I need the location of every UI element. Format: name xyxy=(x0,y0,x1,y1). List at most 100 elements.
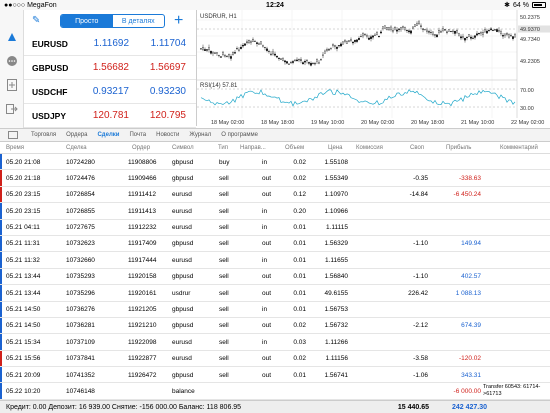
tab-5[interactable]: Журнал xyxy=(184,132,216,138)
cell-price: 1.11156 xyxy=(325,355,348,363)
col-profit[interactable]: Прибыль xyxy=(446,145,471,151)
new-document-icon[interactable] xyxy=(5,78,19,92)
table-row[interactable]: 05.21 15:34 10737109 11922098 eurusd sell in 0… xyxy=(0,334,550,351)
quote-symbol: EURUSD xyxy=(32,38,68,49)
col-symbol[interactable]: Символ xyxy=(172,145,194,151)
cell-symbol: eurusd xyxy=(172,224,192,232)
direction-marker xyxy=(0,154,2,170)
cell-time: 05.21 14:50 xyxy=(6,322,41,330)
cell-dir: out xyxy=(262,355,272,363)
cell-deal: 10737841 xyxy=(66,355,95,363)
tab-1[interactable]: Ордера xyxy=(61,132,92,138)
cell-symbol: gbpusd xyxy=(172,306,194,314)
cell-profit: 343.31 xyxy=(461,371,481,379)
col-time[interactable]: Время xyxy=(6,145,24,151)
cell-swap: -3.58 xyxy=(413,355,428,363)
col-commission[interactable]: Комиссия xyxy=(356,145,383,151)
direction-marker xyxy=(0,285,2,301)
deals-table-header: Время Сделка Ордер Символ Тип Направ... … xyxy=(0,142,550,154)
col-comment[interactable]: Комментарий xyxy=(500,145,538,151)
windows-icon[interactable] xyxy=(8,131,18,139)
table-row[interactable]: 05.21 14:50 10736276 11921205 gbpusd sell in 0… xyxy=(0,301,550,318)
chat-icon[interactable] xyxy=(5,54,19,68)
cell-vol: 0.02 xyxy=(293,322,306,330)
price-chart[interactable]: USDRUR, H1 RSI(14) 57.81 50.2375 49.9370… xyxy=(196,10,550,126)
cell-deal: 10726855 xyxy=(66,207,95,215)
col-direction[interactable]: Направ... xyxy=(240,145,266,151)
cell-order: 11908806 xyxy=(128,158,157,166)
tab-4[interactable]: Новости xyxy=(151,132,184,138)
quote-row-gbpusd[interactable]: GBPUSD 1.56682 1.56697 xyxy=(24,56,196,80)
cell-order: 11911412 xyxy=(128,191,156,199)
rsi-label-70: 70.00 xyxy=(520,88,534,94)
quote-row-usdchf[interactable]: USDCHF 0.93217 0.93230 xyxy=(24,80,196,104)
cell-symbol: eurusd xyxy=(172,207,192,215)
table-row[interactable]: 05.21 14:50 10736281 11921210 gbpusd sell out… xyxy=(0,317,550,335)
table-row[interactable]: 05.20 21:08 10724280 11908806 gbpusd buy in 0.… xyxy=(0,154,550,171)
tab-0[interactable]: Торговля xyxy=(26,132,61,138)
direction-marker xyxy=(0,350,2,367)
cell-deal: 10726854 xyxy=(66,191,95,199)
chart-title: USDRUR, H1 xyxy=(200,14,237,20)
cell-vol: 0.02 xyxy=(293,158,306,166)
table-row[interactable]: 05.21 11:31 10732623 11917409 gbpusd sell out… xyxy=(0,235,550,253)
col-volume[interactable]: Объем xyxy=(285,145,304,151)
quote-row-usdjpy[interactable]: USDJPY 120.781 120.795 xyxy=(24,104,196,128)
cell-profit: -6 450.24 xyxy=(453,191,481,199)
cell-symbol: gbpusd xyxy=(172,174,194,182)
table-row[interactable]: 05.21 20:09 10741352 11926472 gbpusd sell out… xyxy=(0,367,550,384)
cell-time: 05.20 23:15 xyxy=(6,207,41,215)
cell-price: 1.11655 xyxy=(324,256,348,264)
exit-icon[interactable] xyxy=(5,102,19,116)
trade-icon[interactable] xyxy=(5,30,19,44)
quote-row-eurusd[interactable]: EURUSD 1.11692 1.11704 xyxy=(24,32,196,56)
table-row[interactable]: 05.20 23:15 10726855 11911413 eurusd sell in 0… xyxy=(0,203,550,220)
table-row[interactable]: 05.22 10:20 10746148 balance -6 000.00 Trans… xyxy=(0,383,550,400)
battery-icon xyxy=(532,2,546,8)
add-symbol-icon[interactable]: + xyxy=(174,13,183,29)
quote-ask: 120.795 xyxy=(149,110,186,121)
time-axis-label: 21 May 10:00 xyxy=(461,120,494,126)
col-type[interactable]: Тип xyxy=(218,145,228,151)
table-row[interactable]: 05.21 13:44 10735296 11920161 usdrur sell out… xyxy=(0,285,550,302)
direction-marker xyxy=(0,252,2,268)
table-row[interactable]: 05.20 23:15 10726854 11911412 eurusd sell out… xyxy=(0,186,550,204)
cell-price: 1.56753 xyxy=(324,306,349,314)
cell-order: 11921205 xyxy=(128,306,157,314)
cell-deal: 10735293 xyxy=(66,273,95,281)
edit-icon[interactable]: ✎ xyxy=(32,15,40,26)
tab-6[interactable]: О программе xyxy=(216,132,263,138)
table-row[interactable]: 05.21 15:56 10737841 11922877 eurusd sell out… xyxy=(0,350,550,368)
table-row[interactable]: 05.20 21:18 10724476 11909466 gbpusd sell out… xyxy=(0,170,550,187)
profit-total: 242 427.30 xyxy=(451,403,487,411)
cell-price: 1.55349 xyxy=(324,174,349,182)
cell-time: 05.22 10:20 xyxy=(6,387,41,395)
chart-canvas[interactable]: USDRUR, H1 RSI(14) 57.81 50.2375 49.9370… xyxy=(197,10,550,126)
cell-profit: 674.39 xyxy=(461,322,481,330)
cell-price: 1.10970 xyxy=(324,191,349,199)
cell-symbol: gbpusd xyxy=(172,273,194,281)
summary-text: Кредит: 0.00 Депозит: 16 939.00 Снятие: … xyxy=(6,403,242,411)
table-row[interactable]: 05.21 13:44 10735293 11920158 gbpusd sell out… xyxy=(0,268,550,286)
tab-3[interactable]: Почта xyxy=(124,132,151,138)
col-order[interactable]: Ордер xyxy=(132,145,150,151)
cell-type: sell xyxy=(219,191,229,199)
cell-vol: 0.01 xyxy=(293,273,306,281)
tab-simple[interactable]: Просто xyxy=(61,15,113,27)
tab-2[interactable]: Сделки xyxy=(92,132,124,138)
col-price[interactable]: Цена xyxy=(328,145,342,151)
tab-detailed[interactable]: В деталях xyxy=(113,15,165,27)
cell-price: 1.56741 xyxy=(324,371,349,379)
cell-deal: 10741352 xyxy=(66,371,95,379)
cell-type: buy xyxy=(219,158,230,166)
cell-deal: 10724476 xyxy=(66,174,95,182)
cell-symbol: eurusd xyxy=(172,191,192,199)
cell-order: 11917444 xyxy=(128,256,157,264)
cell-symbol: usdrur xyxy=(172,289,191,297)
col-swap[interactable]: Своп xyxy=(410,145,424,151)
col-deal[interactable]: Сделка xyxy=(66,145,87,151)
table-row[interactable]: 05.21 04:11 10727675 11912232 eurusd sell in 0… xyxy=(0,219,550,236)
table-row[interactable]: 05.21 11:32 10732660 11917444 eurusd sell in 0… xyxy=(0,252,550,269)
cell-symbol: eurusd xyxy=(172,256,192,264)
cell-time: 05.21 14:50 xyxy=(6,306,41,314)
